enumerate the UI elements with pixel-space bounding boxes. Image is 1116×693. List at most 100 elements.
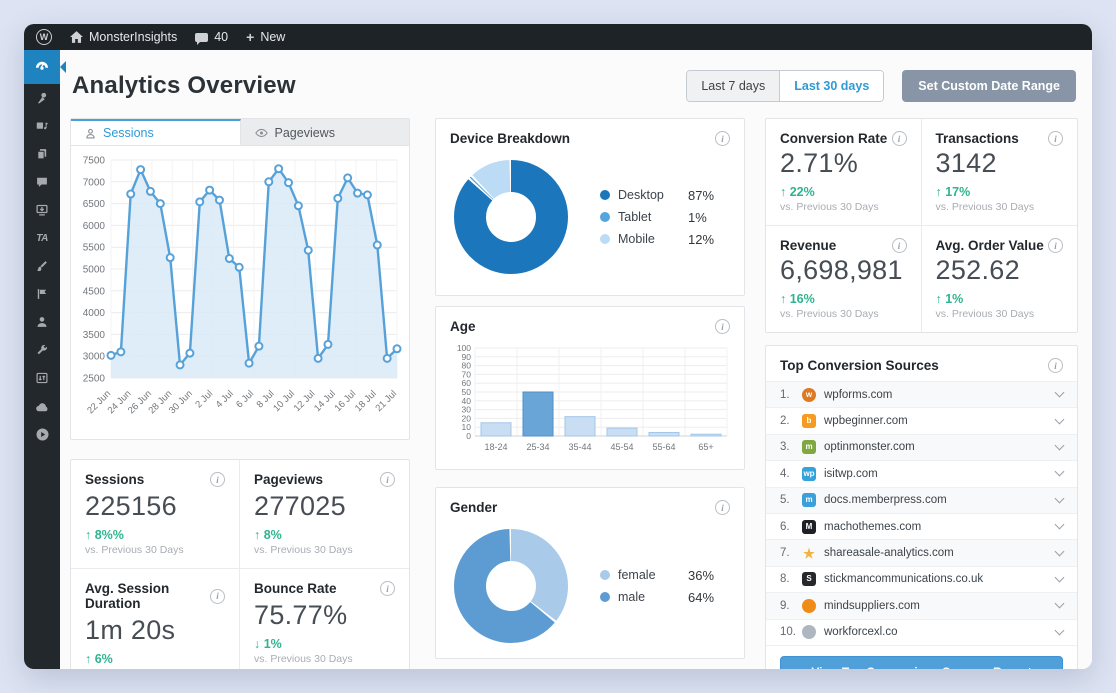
svg-text:5500: 5500	[83, 243, 106, 254]
sidebar-item-user[interactable]	[24, 308, 60, 336]
info-icon[interactable]: i	[715, 500, 730, 515]
svg-text:3000: 3000	[83, 352, 106, 363]
info-icon[interactable]: i	[210, 588, 225, 604]
info-icon[interactable]: i	[1048, 358, 1063, 373]
sidebar-item-pages[interactable]	[24, 140, 60, 168]
delta-up: ↑ 8%	[254, 528, 282, 542]
gender-donut-chart[interactable]	[450, 525, 572, 647]
user-icon	[35, 315, 49, 329]
chevron-down-icon[interactable]	[1054, 598, 1065, 609]
chevron-down-icon[interactable]	[1054, 387, 1065, 398]
tab-pageviews[interactable]: Pageviews	[241, 119, 410, 145]
favicon	[802, 625, 816, 640]
last-30-days-button[interactable]: Last 30 days	[779, 71, 884, 101]
chevron-down-icon[interactable]	[1054, 546, 1065, 556]
wordpress-logo-icon[interactable]: W	[36, 29, 52, 45]
sidebar-item-ta[interactable]: TA	[24, 224, 60, 252]
info-icon[interactable]: i	[380, 581, 395, 596]
info-icon[interactable]: i	[210, 472, 225, 487]
chevron-down-icon[interactable]	[1054, 572, 1065, 583]
svg-text:18 Jul: 18 Jul	[353, 388, 379, 414]
kpi-grid-ecommerce: Conversion Rate i 2.71% ↑ 22% vs. Previou…	[765, 118, 1078, 333]
chevron-down-icon[interactable]	[1054, 440, 1065, 451]
age-panel: Age i 0 10 20 30 40 50 60 70 80 90 100 18-24 25-34 35…	[435, 306, 745, 470]
svg-text:12 Jul: 12 Jul	[292, 388, 318, 414]
svg-text:70: 70	[462, 369, 472, 379]
conversion-source-row[interactable]: 9. mindsuppliers.com	[766, 592, 1077, 619]
pages-icon	[35, 147, 49, 161]
device-breakdown-donut-chart[interactable]	[450, 156, 572, 278]
favicon: ★	[803, 545, 815, 561]
source-domain: wpbeginner.com	[824, 415, 908, 428]
svg-text:6500: 6500	[83, 199, 106, 210]
source-rank: 10.	[780, 626, 796, 639]
age-bar-chart[interactable]: 0102030405060708090100 18-24 25-34 35-44 45-…	[449, 342, 731, 462]
sidebar-item-pin[interactable]	[24, 84, 60, 112]
legend-dot-icon	[600, 592, 610, 602]
conversion-source-row[interactable]: 3. m optinmonster.com	[766, 433, 1077, 461]
info-icon[interactable]: i	[1048, 238, 1063, 253]
download-icon	[35, 203, 49, 217]
kpi-card-bounce-rate: Bounce Rate i 75.77% ↓ 1% vs. Previous 30…	[240, 569, 409, 669]
chevron-down-icon[interactable]	[1054, 625, 1065, 636]
chevron-down-icon[interactable]	[1054, 414, 1065, 425]
conversion-source-row[interactable]: 7. ★ shareasale-analytics.com	[766, 539, 1077, 566]
conversion-source-row[interactable]: 1. w wpforms.com	[766, 381, 1077, 408]
info-icon[interactable]: i	[891, 131, 907, 146]
sidebar-item-cloud[interactable]	[24, 392, 60, 420]
conversion-source-row[interactable]: 6. Mmachothemes.com	[766, 512, 1077, 539]
conversion-source-row[interactable]: 4. wp isitwp.com	[766, 460, 1077, 486]
conversion-source-row[interactable]: 5. m docs.memberpress.com	[766, 486, 1077, 513]
sidebar-item-gauge[interactable]	[24, 50, 66, 84]
new-content-menu[interactable]: + New	[246, 30, 285, 44]
last-7-days-button[interactable]: Last 7 days	[687, 71, 780, 101]
favicon: m	[802, 440, 816, 455]
svg-text:80: 80	[462, 361, 472, 371]
flag-icon	[35, 287, 49, 301]
new-label: New	[260, 30, 286, 44]
sidebar-item-brush[interactable]	[24, 252, 60, 280]
source-domain: shareasale-analytics.com	[824, 547, 954, 560]
sidebar-item-sliders[interactable]	[24, 364, 60, 392]
main-content: Analytics Overview Last 7 days Last 30 d…	[60, 50, 1092, 669]
delta-up: ↑ 16%	[780, 292, 815, 306]
sidebar-item-download[interactable]	[24, 196, 60, 224]
sidebar-item-wrench[interactable]	[24, 336, 60, 364]
ta-icon: TA	[36, 232, 48, 244]
info-icon[interactable]: i	[715, 319, 730, 334]
chevron-down-icon[interactable]	[1054, 493, 1065, 504]
kpi-card-pageviews: Pageviews i 277025 ↑ 8% vs. Previous 30 D…	[240, 460, 409, 569]
svg-text:30 Jun: 30 Jun	[167, 388, 195, 416]
sidebar-item-flag[interactable]	[24, 280, 60, 308]
source-rank: 9.	[780, 599, 790, 612]
info-icon[interactable]: i	[891, 238, 907, 253]
sidebar-item-media[interactable]	[24, 112, 60, 140]
panel-title: Device Breakdown	[450, 131, 571, 146]
chevron-down-icon[interactable]	[1054, 519, 1065, 530]
svg-text:25-34: 25-34	[526, 442, 549, 452]
favicon: M	[802, 519, 816, 534]
conversion-source-row[interactable]: 10. workforcexl.co	[766, 618, 1077, 645]
source-domain: docs.memberpress.com	[824, 494, 947, 507]
comments-menu[interactable]: 40	[195, 30, 228, 45]
conversion-source-row[interactable]: 8. Sstickmancommunications.co.uk	[766, 565, 1077, 592]
info-icon[interactable]: i	[715, 131, 730, 146]
tab-sessions[interactable]: Sessions	[71, 119, 241, 145]
svg-text:35-44: 35-44	[568, 442, 591, 452]
set-custom-date-range-button[interactable]: Set Custom Date Range	[902, 70, 1076, 102]
conversion-source-row[interactable]: 2. b wpbeginner.com	[766, 407, 1077, 433]
info-icon[interactable]: i	[380, 472, 395, 487]
sidebar-item-play[interactable]	[24, 420, 60, 448]
browser-window: W MonsterInsights 40 + New TA Analytics …	[24, 24, 1092, 669]
site-home-menu[interactable]: MonsterInsights	[70, 30, 177, 44]
kpi-card-transactions: Transactions i 3142 ↑ 17% vs. Previous 30…	[921, 119, 1077, 226]
view-top-conversions-report-button[interactable]: View Top Conversions Sources Report	[780, 655, 1063, 669]
svg-text:55-64: 55-64	[652, 442, 675, 452]
home-icon	[70, 31, 83, 43]
kpi-card-avg-order-value: Avg. Order Value i 252.62 ↑ 1% vs. Previo…	[922, 226, 1078, 332]
info-icon[interactable]: i	[1048, 131, 1063, 146]
chevron-down-icon[interactable]	[1054, 466, 1065, 477]
sessions-line-chart[interactable]: 2500 3000 3500 4000 4500 5000 5500 6000 6500 7000…	[71, 148, 407, 438]
sidebar-item-comments[interactable]	[24, 168, 60, 196]
source-domain: machothemes.com	[824, 520, 922, 533]
